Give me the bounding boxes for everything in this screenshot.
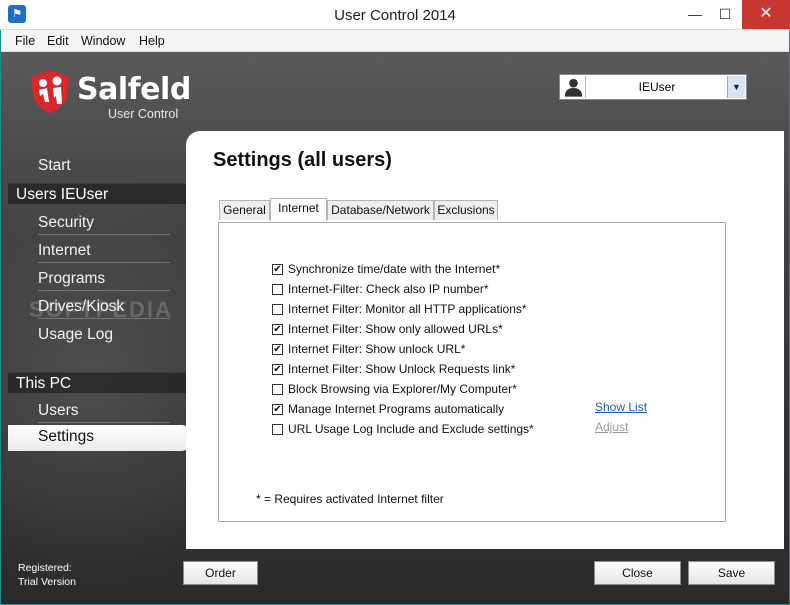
chevron-down-icon[interactable]: ▼ (727, 76, 745, 98)
tab-internet[interactable]: Internet (270, 198, 327, 221)
trial-version-label: Trial Version (18, 576, 76, 588)
pc-section-header: This PC (8, 372, 186, 393)
order-button[interactable]: Order (183, 561, 258, 585)
option-label: Internet-Filter: Check also IP number* (288, 282, 489, 296)
option-checkbox[interactable]: ✔ (272, 344, 283, 355)
divider (38, 290, 170, 291)
option-checkbox[interactable]: ✔ (272, 324, 283, 335)
sidebar-item-internet[interactable]: Internet (38, 242, 91, 260)
option-checkbox[interactable] (272, 284, 283, 295)
pc-section-label: This PC (16, 375, 72, 392)
page-title: Settings (all users) (213, 149, 392, 171)
adjust-link[interactable]: Adjust (595, 420, 628, 434)
sidebar-item-users[interactable]: Users (38, 402, 78, 420)
option-label: Internet Filter: Show unlock URL* (288, 342, 466, 356)
user-avatar-icon (562, 76, 586, 98)
maximize-button[interactable]: ☐ (710, 0, 740, 29)
option-label: URL Usage Log Include and Exclude settin… (288, 422, 534, 436)
save-button[interactable]: Save (688, 561, 775, 585)
watermark: SOFTPEDIA (29, 297, 173, 322)
shield-logo-icon (31, 70, 69, 113)
sidebar-item-start[interactable]: Start (38, 157, 71, 175)
divider (38, 422, 170, 423)
close-button[interactable]: Close (594, 561, 681, 585)
users-section-header: Users IEUser (8, 183, 186, 204)
option-checkbox[interactable]: ✔ (272, 364, 283, 375)
divider (38, 262, 170, 263)
sidebar-item-usage-log[interactable]: Usage Log (38, 326, 113, 344)
brand-subtitle: User Control (108, 107, 179, 121)
client-area: Salfeld User Control IEUser ▼ Start User… (1, 52, 789, 604)
sidebar-item-settings-label: Settings (38, 428, 95, 445)
title-bar: ⚑ User Control 2014 — ☐ ✕ (0, 0, 790, 30)
app-window: ⚑ User Control 2014 — ☐ ✕ File Edit Wind… (0, 0, 790, 605)
selected-user: IEUser (638, 80, 676, 94)
menu-window[interactable]: Window (81, 34, 125, 48)
tab-exclusions[interactable]: Exclusions (434, 200, 498, 220)
tab-general[interactable]: General (219, 200, 270, 220)
option-checkbox[interactable] (272, 304, 283, 315)
registration-status: Registered: Trial Version (18, 561, 76, 589)
close-window-button[interactable]: ✕ (742, 0, 790, 29)
divider (38, 234, 170, 235)
brand-name: Salfeld (77, 72, 191, 107)
minimize-button[interactable]: — (680, 0, 710, 29)
internet-tab-content: ✔ Synchronize time/date with the Internet… (218, 222, 726, 522)
footnote: * = Requires activated Internet filter (256, 492, 444, 506)
registered-label: Registered: (18, 562, 72, 574)
option-label: Manage Internet Programs automatically (288, 402, 505, 416)
option-label: Internet Filter: Show only allowed URLs* (288, 322, 503, 336)
option-label: Internet Filter: Show Unlock Requests li… (288, 362, 516, 376)
option-label: Internet Filter: Monitor all HTTP applic… (288, 302, 527, 316)
show-list-link[interactable]: Show List (595, 400, 647, 414)
menu-bar: File Edit Window Help (1, 30, 789, 52)
menu-help[interactable]: Help (139, 34, 165, 48)
salfeld-logo: Salfeld User Control (27, 68, 191, 122)
option-checkbox[interactable] (272, 384, 283, 395)
window-title: User Control 2014 (334, 7, 456, 24)
settings-panel: Settings (all users) General Internet Da… (186, 131, 784, 549)
sidebar-item-security[interactable]: Security (38, 214, 94, 232)
option-label: Synchronize time/date with the Internet* (288, 262, 501, 276)
menu-file[interactable]: File (15, 34, 35, 48)
users-section-label: Users IEUser (16, 186, 109, 203)
sidebar-item-programs[interactable]: Programs (38, 270, 105, 288)
option-checkbox[interactable] (272, 424, 283, 435)
tab-database-network[interactable]: Database/Network (327, 200, 434, 220)
option-label: Block Browsing via Explorer/My Computer* (288, 382, 517, 396)
sidebar-item-settings[interactable]: Settings (8, 425, 194, 451)
option-checkbox[interactable]: ✔ (272, 404, 283, 415)
menu-edit[interactable]: Edit (47, 34, 69, 48)
option-checkbox[interactable]: ✔ (272, 264, 283, 275)
user-selector[interactable]: IEUser ▼ (559, 74, 747, 100)
